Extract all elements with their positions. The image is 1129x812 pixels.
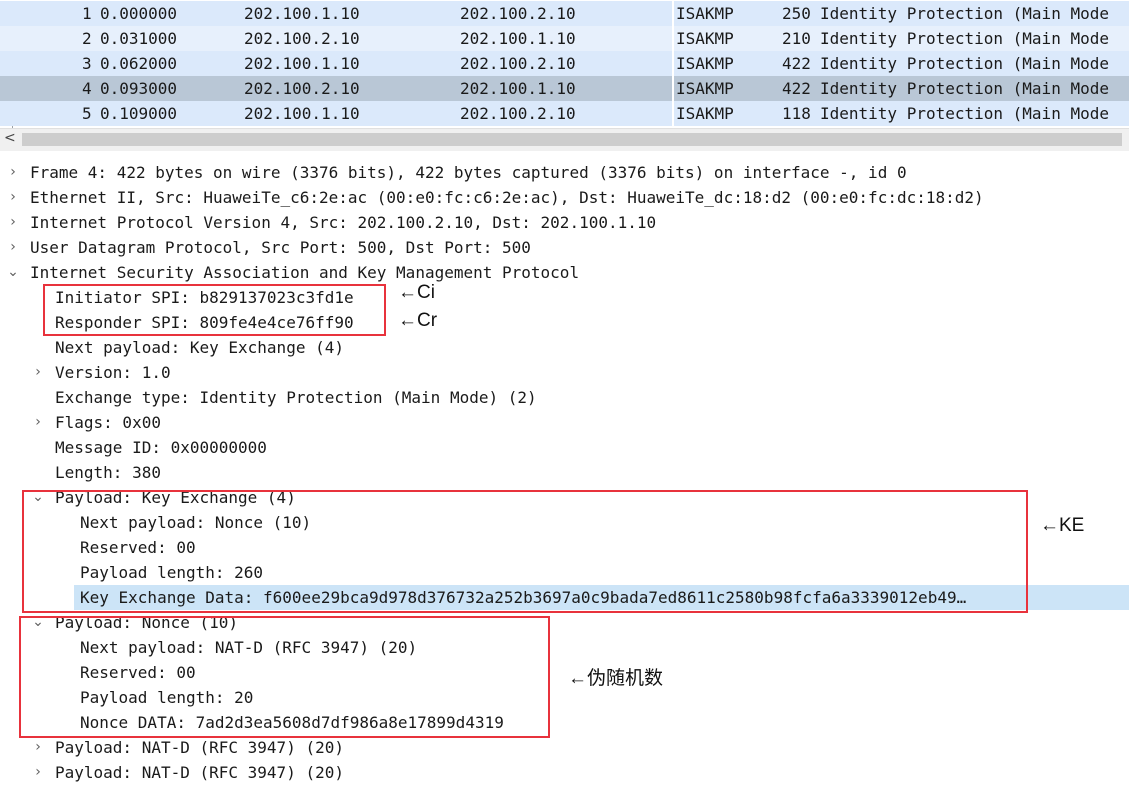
chevron-right-icon[interactable]: › [31,735,45,760]
packet-protocol: ISAKMP [676,79,734,98]
packet-destination: 202.100.2.10 [460,54,576,73]
packet-no: 1 [82,4,92,23]
nonce-highlight-box [19,616,550,738]
tree-label: Message ID: 0x00000000 [55,438,267,457]
packet-protocol: ISAKMP [676,4,734,23]
tree-label: Payload: NAT-D (RFC 3947) (20) [55,738,344,757]
packet-row-4[interactable]: 4 0.093000 202.100.2.10 202.100.1.10 ISA… [0,76,1129,101]
tree-label: Ethernet II, Src: HuaweiTe_c6:2e:ac (00:… [30,188,984,207]
column-separator [672,26,674,51]
tree-label: User Datagram Protocol, Src Port: 500, D… [30,238,531,257]
tree-row-isakmp[interactable]: ⌄ Internet Security Association and Key … [0,260,1129,285]
chevron-right-icon[interactable]: › [31,410,45,435]
packet-no: 4 [82,79,92,98]
packet-info: Identity Protection (Main Mode [820,54,1109,73]
chevron-right-icon[interactable]: › [6,210,20,235]
packet-info: Identity Protection (Main Mode [820,4,1109,23]
annotation-ci: ←Ci [398,282,435,303]
packet-row-5[interactable]: 5 0.109000 202.100.1.10 202.100.2.10 ISA… [0,101,1129,126]
chevron-right-icon[interactable]: › [31,760,45,785]
chevron-left-icon[interactable]: < [4,130,16,146]
tree-label: Flags: 0x00 [55,413,161,432]
tree-row-flags[interactable]: › Flags: 0x00 [0,410,1129,435]
tree-label: Next payload: Key Exchange (4) [55,338,344,357]
chevron-right-icon[interactable]: › [31,360,45,385]
packet-time: 0.093000 [100,79,178,98]
packet-no: 2 [82,29,92,48]
column-separator [672,76,674,101]
packet-info: Identity Protection (Main Mode [820,79,1109,98]
packet-destination: 202.100.2.10 [460,104,576,123]
packet-no: 5 [82,104,92,123]
packet-source: 202.100.1.10 [244,104,360,123]
tree-row-ip[interactable]: › Internet Protocol Version 4, Src: 202.… [0,210,1129,235]
packet-row-3[interactable]: 3 0.062000 202.100.1.10 202.100.2.10 ISA… [0,51,1129,76]
packet-time: 0.031000 [100,29,178,48]
packet-time: 0.062000 [100,54,178,73]
tree-label: Frame 4: 422 bytes on wire (3376 bits), … [30,163,907,182]
tree-label: Internet Security Association and Key Ma… [30,263,580,282]
tree-label: Internet Protocol Version 4, Src: 202.10… [30,213,657,232]
packet-time: 0.109000 [100,104,178,123]
packet-length: 210 [782,29,811,48]
tree-row-natd-2[interactable]: › Payload: NAT-D (RFC 3947) (20) [0,760,1129,785]
spi-highlight-box [43,284,386,336]
packet-no: 3 [82,54,92,73]
packet-detail-tree: › Frame 4: 422 bytes on wire (3376 bits)… [0,152,1129,812]
packet-source: 202.100.2.10 [244,29,360,48]
scrollbar-thumb[interactable] [22,133,1122,146]
column-separator [672,101,674,126]
annotation-nonce: ←伪随机数 [568,668,664,689]
packet-list: 1 0.000000 202.100.1.10 202.100.2.10 ISA… [0,0,1129,128]
packet-protocol: ISAKMP [676,29,734,48]
packet-row-2[interactable]: 2 0.031000 202.100.2.10 202.100.1.10 ISA… [0,26,1129,51]
horizontal-scrollbar[interactable]: < [0,128,1129,151]
packet-info: Identity Protection (Main Mode [820,104,1109,123]
tree-label: Exchange type: Identity Protection (Main… [55,388,537,407]
packet-protocol: ISAKMP [676,104,734,123]
tree-label: Payload: NAT-D (RFC 3947) (20) [55,763,344,782]
column-separator [672,51,674,76]
column-separator [672,1,674,26]
packet-protocol: ISAKMP [676,54,734,73]
packet-length: 422 [782,54,811,73]
chevron-down-icon[interactable]: ⌄ [6,260,20,285]
chevron-right-icon[interactable]: › [6,185,20,210]
packet-source: 202.100.1.10 [244,4,360,23]
packet-source: 202.100.2.10 [244,79,360,98]
tree-row-natd-1[interactable]: › Payload: NAT-D (RFC 3947) (20) [0,735,1129,760]
ke-highlight-box [22,490,1028,613]
tree-row-ethernet[interactable]: › Ethernet II, Src: HuaweiTe_c6:2e:ac (0… [0,185,1129,210]
packet-row-1[interactable]: 1 0.000000 202.100.1.10 202.100.2.10 ISA… [0,1,1129,26]
packet-length: 250 [782,4,811,23]
packet-length: 118 [782,104,811,123]
tree-row-length[interactable]: Length: 380 [0,460,1129,485]
chevron-right-icon[interactable]: › [6,160,20,185]
annotation-cr: ←Cr [398,310,438,331]
packet-length: 422 [782,79,811,98]
tree-label: Version: 1.0 [55,363,171,382]
tree-row-next-payload[interactable]: Next payload: Key Exchange (4) [0,335,1129,360]
tree-label: Length: 380 [55,463,161,482]
tree-row-exchange-type[interactable]: Exchange type: Identity Protection (Main… [0,385,1129,410]
annotation-ke: ←KE [1040,515,1085,536]
packet-destination: 202.100.1.10 [460,29,576,48]
chevron-right-icon[interactable]: › [6,235,20,260]
packet-destination: 202.100.1.10 [460,79,576,98]
tree-row-message-id[interactable]: Message ID: 0x00000000 [0,435,1129,460]
tree-row-frame[interactable]: › Frame 4: 422 bytes on wire (3376 bits)… [0,160,1129,185]
packet-destination: 202.100.2.10 [460,4,576,23]
tree-row-udp[interactable]: › User Datagram Protocol, Src Port: 500,… [0,235,1129,260]
packet-time: 0.000000 [100,4,178,23]
packet-source: 202.100.1.10 [244,54,360,73]
packet-info: Identity Protection (Main Mode [820,29,1109,48]
tree-row-version[interactable]: › Version: 1.0 [0,360,1129,385]
